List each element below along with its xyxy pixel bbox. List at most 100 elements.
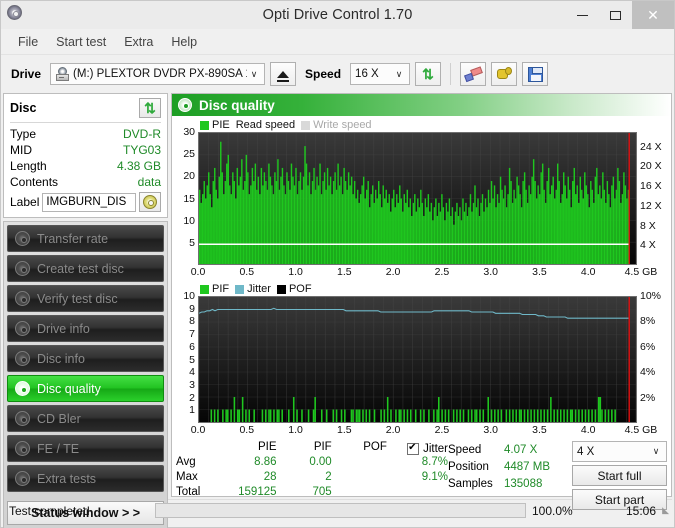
info-key: Speed	[448, 443, 482, 456]
info-row-speed: Speed 4.07 X	[448, 441, 568, 458]
info-row-samples: Samples 135088	[448, 475, 568, 492]
axis-tick-label: 4 X	[640, 239, 656, 252]
info-key: Samples	[448, 477, 493, 490]
axis-tick-label: 15	[183, 192, 195, 205]
axis-tick-label: 2	[189, 391, 195, 404]
erase-button[interactable]	[460, 62, 487, 86]
test-speed-select[interactable]: 4 X ∨	[572, 441, 667, 462]
disc-row-key: Contents	[10, 175, 59, 189]
legend-write-speed: Write speed	[301, 119, 372, 131]
disc-icon	[15, 381, 30, 396]
axis-tick-label: 10%	[640, 290, 662, 302]
legend-swatch	[200, 284, 209, 294]
axis-tick-label: 3.5	[532, 266, 547, 278]
sidebar-item-disc-info[interactable]: Disc info	[7, 345, 164, 372]
sidebar-item-label: Transfer rate	[37, 231, 109, 246]
disc-label-row: Label IMGBURN_DIS	[10, 192, 161, 212]
column-header-pof: POF	[363, 441, 387, 453]
sidebar-item-cd-bler[interactable]: CD Bler	[7, 405, 164, 432]
resize-grip-icon[interactable]: ◣	[660, 505, 672, 516]
sidebar-item-disc-quality[interactable]: Disc quality	[7, 375, 164, 402]
refresh-icon: ⇅	[422, 66, 434, 82]
axis-tick-label: 1.0	[288, 424, 303, 436]
axis-tick-label: 4.0	[580, 424, 596, 436]
legend-read-speed: Read speed	[236, 119, 295, 131]
cell-pie: 8.86	[254, 456, 277, 468]
sidebar-item-create-test-disc[interactable]: Create test disc	[7, 255, 164, 282]
disc-refresh-button[interactable]: ⇅	[139, 98, 161, 118]
column-header-jitter: Jitter	[423, 442, 448, 455]
axis-tick-label: 0.0	[190, 266, 206, 278]
legend-swatch	[276, 284, 286, 294]
axis-tick-label: 4	[189, 366, 195, 379]
axis-tick-label: 8 X	[640, 219, 656, 232]
axis-tick-label: 12 X	[640, 199, 662, 212]
eject-icon	[277, 70, 290, 82]
start-full-button[interactable]: Start full	[572, 465, 667, 486]
axis-tick-label: 3	[189, 378, 195, 391]
axis-tick-label: 1.5	[337, 266, 352, 278]
sidebar-item-label: Drive info	[37, 321, 90, 336]
speed-label: Speed	[305, 67, 342, 81]
axis-tick-label: 24 X	[640, 140, 662, 153]
axis-tick-label: 0.5	[239, 424, 255, 436]
axis-tick-label: 4%	[640, 366, 656, 379]
save-button[interactable]	[522, 62, 549, 86]
legend-label: Read speed	[235, 119, 296, 131]
column-header-pie: PIE	[257, 441, 277, 453]
sidebar-item-extra-tests[interactable]: Extra tests	[7, 465, 164, 492]
axis-tick-label: 3.5	[532, 424, 547, 436]
axis-tick-label: 16 X	[640, 180, 662, 193]
drive-select[interactable]: (M:) PLEXTOR DVDR PX-890SA 1.00 ∨	[50, 63, 266, 85]
table-row: Max 28 2 9.1%	[176, 471, 448, 486]
sidebar-item-fe-te[interactable]: FE / TE	[7, 435, 164, 462]
disc-label-input[interactable]: IMGBURN_DIS	[42, 192, 136, 212]
pif-x-axis: 0.0 0.5 1.0 1.5 2.0 2.5 3.0 3.5 4.0 4.5 GB	[191, 423, 658, 438]
sidebar-item-label: CD Bler	[37, 411, 81, 426]
cell-jitter: 9.1%	[421, 471, 448, 483]
menu-item-extra[interactable]: Extra	[115, 32, 162, 52]
disc-icon	[15, 291, 30, 306]
disc-icon	[15, 351, 30, 366]
test-speed-value: 4 X	[577, 445, 595, 458]
nav-panel: Transfer rate Create test disc Verify te…	[3, 221, 168, 528]
bitsetting-button[interactable]	[491, 62, 518, 86]
statistics-table: PIE PIF POF Jitter Avg 8.86 0.00 8.7%	[176, 441, 448, 510]
axis-tick-label: 10	[183, 290, 195, 302]
drive-label: Drive	[11, 67, 42, 81]
sidebar-item-label: Create test disc	[37, 261, 124, 276]
disc-row-contents: Contents data	[10, 174, 161, 190]
eject-button[interactable]	[270, 62, 297, 86]
cell-jitter	[387, 486, 448, 501]
disc-row-key: MID	[10, 143, 32, 157]
sidebar-item-drive-info[interactable]: Drive info	[7, 315, 164, 342]
disc-icon	[143, 195, 157, 209]
disc-icon	[178, 98, 192, 112]
speed-axis-right: 4 X 8 X 12 X 16 X 20 X 24 X	[637, 132, 667, 265]
refresh-button[interactable]: ⇅	[415, 62, 442, 86]
pie-chart-legend: PIE Read speed Write speed	[176, 118, 667, 132]
menu-item-help[interactable]: Help	[162, 32, 206, 52]
test-controls: 4 X ∨ Start full Start part	[568, 441, 667, 510]
table-row: Avg 8.86 0.00 8.7%	[176, 456, 448, 471]
pif-plot	[198, 296, 637, 423]
axis-tick-label: 6	[189, 340, 195, 353]
disc-icon	[15, 231, 30, 246]
legend-swatch	[301, 120, 311, 130]
menu-item-start-test[interactable]: Start test	[47, 32, 115, 52]
disc-icon	[15, 261, 30, 276]
disc-icon	[15, 441, 30, 456]
axis-tick-label: 4.0	[580, 266, 596, 278]
legend-label: Write speed	[313, 119, 372, 131]
menu-item-file[interactable]: File	[9, 32, 47, 52]
elapsed-time: 15:06	[625, 503, 656, 518]
disc-label-button[interactable]	[139, 192, 161, 212]
sidebar-item-verify-test-disc[interactable]: Verify test disc	[7, 285, 164, 312]
axis-tick-label: 9	[189, 302, 195, 315]
jitter-checkbox[interactable]	[407, 442, 420, 455]
sidebar-item-transfer-rate[interactable]: Transfer rate	[7, 225, 164, 252]
erase-icon	[463, 65, 483, 82]
axis-tick-label: 2.0	[385, 424, 401, 436]
speed-select[interactable]: 16 X ∨	[350, 63, 411, 85]
info-value: 4.07 X	[504, 443, 538, 456]
